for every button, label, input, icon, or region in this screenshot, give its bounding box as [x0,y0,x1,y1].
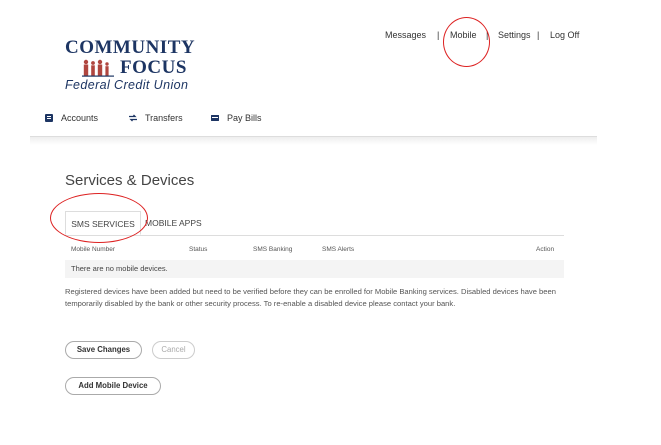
nav-accounts-label: Accounts [61,113,99,123]
add-mobile-device-button[interactable]: Add Mobile Device [65,377,161,395]
col-status: Status [189,246,208,253]
nav-separator: | [437,30,440,40]
empty-devices-row: There are no mobile devices. [65,260,564,278]
logo-text-focus: FOCUS [120,57,187,78]
nav-accounts[interactable]: Accounts [45,113,98,123]
logoff-link[interactable]: Log Off [550,30,579,40]
nav-paybills-label: Pay Bills [227,113,262,123]
annotation-circle-mobile [443,17,490,67]
annotation-circle-sms [50,193,148,243]
messages-link[interactable]: Messages [385,30,426,40]
col-mobile-number: Mobile Number [71,246,116,253]
bill-icon [211,115,219,121]
logo-text-fcu: Federal Credit Union [65,78,189,92]
col-sms-alerts: SMS Alerts [322,246,355,253]
tab-underline [65,235,564,236]
devices-info-text: Registered devices have been added but n… [65,287,556,309]
save-changes-button[interactable]: Save Changes [65,341,142,359]
col-sms-banking: SMS Banking [253,246,293,253]
nav-transfers-label: Transfers [145,113,183,123]
col-action: Action [536,246,555,253]
nav-separator: | [537,30,540,40]
tab-mobile-apps[interactable]: MOBILE APPS [145,211,215,235]
logo-text-community: COMMUNITY [65,37,196,58]
page-title: Services & Devices [65,172,195,189]
family-figures-icon [82,59,114,77]
devices-table-header: Mobile Number Status SMS Banking SMS Ale… [65,246,564,258]
settings-link[interactable]: Settings [498,30,531,40]
accounts-icon [45,114,53,122]
bank-logo[interactable]: COMMUNITY FOCUS Federal Credit Union [65,38,205,98]
cancel-button[interactable]: Cancel [152,341,195,359]
nav-paybills[interactable]: Pay Bills [211,113,262,123]
nav-transfers[interactable]: Transfers [129,113,183,123]
header-shadow [30,137,597,145]
transfer-arrows-icon [129,114,137,122]
